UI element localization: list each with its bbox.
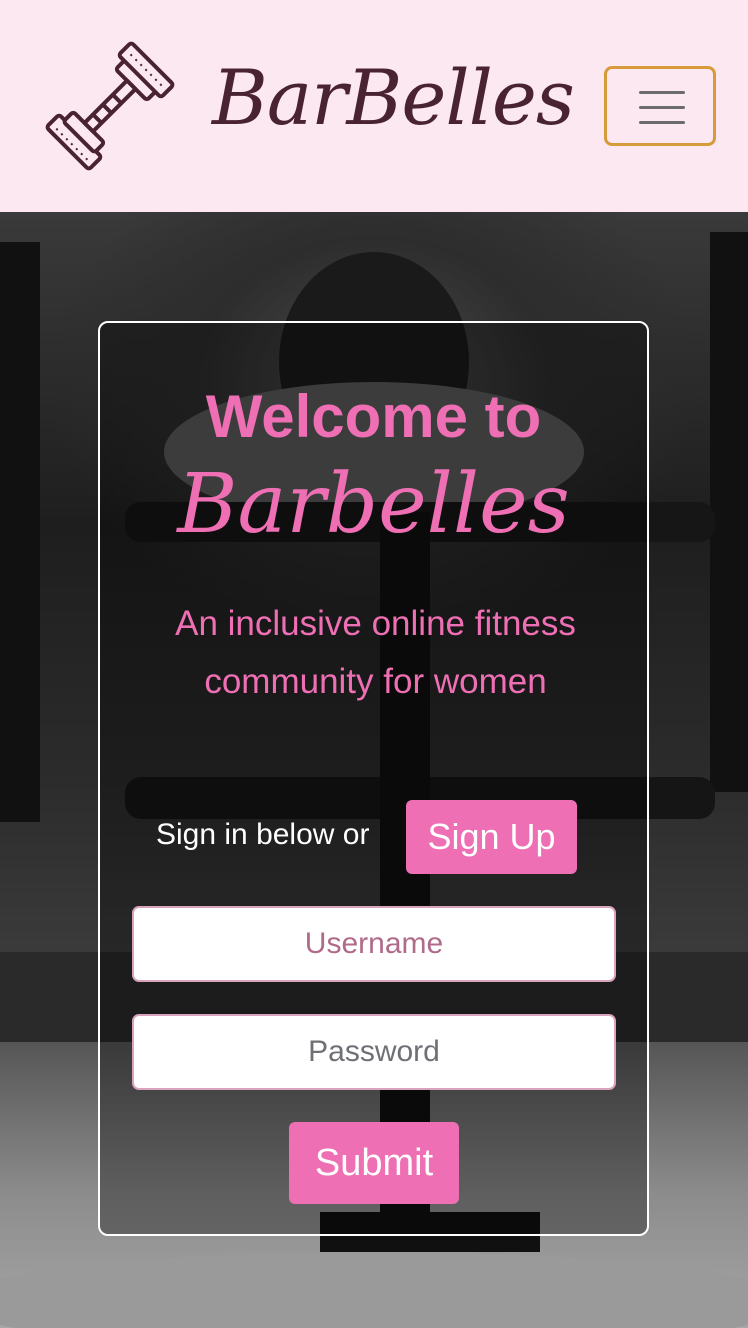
login-card: Welcome to Barbelles An inclusive online… [98, 321, 649, 1236]
welcome-heading: Welcome to [205, 383, 542, 450]
navbar: BarBelles [0, 0, 748, 212]
tagline: An inclusive online fitness community fo… [175, 604, 576, 701]
brand-name[interactable]: BarBelles [212, 50, 575, 146]
hamburger-menu-icon-bar [639, 106, 685, 109]
signin-prompt: Sign in below or [156, 818, 370, 851]
username-input[interactable] [132, 906, 616, 982]
menu-toggle-button[interactable] [604, 66, 716, 146]
hamburger-menu-icon [639, 91, 685, 94]
brand-heading: Barbelles [177, 457, 570, 552]
dumbbell-icon[interactable] [28, 24, 192, 188]
password-input[interactable] [132, 1014, 616, 1090]
signup-button[interactable]: Sign Up [406, 800, 577, 874]
hamburger-menu-icon-bar [639, 121, 685, 124]
submit-button[interactable]: Submit [289, 1122, 459, 1204]
